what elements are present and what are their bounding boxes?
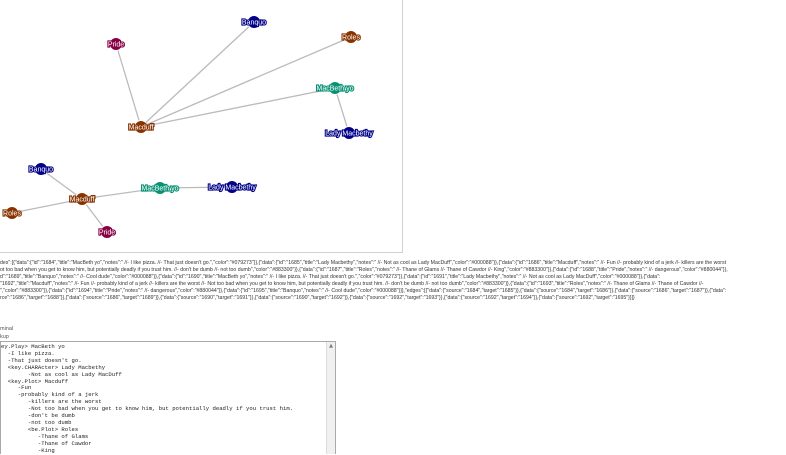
graph-node-label: MacBeth yo — [142, 185, 179, 192]
graph-svg[interactable]: Banquo Pride Roles MacBeth yo Lady Macbethy M… — [0, 0, 402, 252]
graph-node[interactable]: Macduff — [69, 192, 96, 206]
graph-node[interactable]: Banquo — [28, 162, 54, 176]
markup-label: kup — [0, 334, 9, 340]
graph-node-label: Macduff — [70, 196, 95, 203]
graph-edge — [140, 87, 336, 128]
graph-node-label: Roles — [342, 34, 360, 41]
graph-canvas[interactable]: Banquo Pride Roles MacBeth yo Lady Macbethy M… — [0, 0, 403, 253]
graph-edge — [140, 21, 255, 128]
graph-node-label: Banquo — [29, 166, 53, 173]
graph-node[interactable]: MacBeth yo — [315, 81, 355, 95]
graph-node[interactable]: Pride — [107, 37, 125, 51]
editor-scrollbar[interactable]: ▲ — [326, 342, 335, 454]
markup-text[interactable]: ey.Play> MacBeth yo -I like pizza. -That… — [1, 342, 326, 455]
json-output-line: rce":"1686","target":"1688"}},{"data":{"… — [0, 295, 635, 301]
graph-node[interactable]: Roles — [341, 30, 362, 44]
json-output-line: ot too bad when you get to know him, but… — [0, 267, 728, 273]
graph-node[interactable]: Pride — [98, 225, 116, 239]
json-output-line: des":[{"data":{"id":"1684","title":"MacB… — [0, 260, 727, 266]
graph-node-label: Pride — [108, 41, 124, 48]
graph-node-label: Lady Macbethy — [208, 184, 256, 191]
graph-node-label: Macduff — [129, 124, 154, 131]
graph-node[interactable]: Banquo — [241, 15, 267, 29]
graph-node-label: Lady Macbethy — [325, 130, 373, 137]
json-output-line: ","color":"#883300"}},{"data":{"id":"169… — [0, 288, 727, 294]
graph-node[interactable]: Lady Macbethy — [207, 180, 257, 194]
graph-node-label: MacBeth yo — [317, 85, 354, 92]
graph-node-label: Roles — [3, 210, 21, 217]
graph-nodes[interactable]: Banquo Pride Roles MacBeth yo Lady Macbethy M… — [2, 15, 374, 239]
terminal-label: minal — [0, 326, 14, 332]
graph-node[interactable]: MacBeth yo — [140, 181, 180, 195]
graph-edge — [40, 168, 83, 200]
graph-node-label: Pride — [99, 229, 115, 236]
json-output-line: d":"1689","title":"Banquo","notes":" //-… — [0, 274, 661, 280]
graph-node[interactable]: Roles — [2, 206, 23, 220]
json-output-line: "1692","title":"Macduff","notes":" //- F… — [0, 281, 704, 287]
markup-editor[interactable]: ey.Play> MacBeth yo -I like pizza. -That… — [0, 341, 336, 455]
graph-node[interactable]: Macduff — [128, 120, 155, 134]
graph-edge — [140, 36, 352, 128]
graph-node-label: Banquo — [242, 19, 266, 26]
scroll-up-arrow-icon[interactable]: ▲ — [328, 343, 334, 349]
graph-node[interactable]: Lady Macbethy — [324, 126, 374, 140]
graph-edges — [11, 21, 352, 233]
json-output: des":[{"data":{"id":"1684","title":"MacB… — [0, 260, 786, 302]
graph-edge — [115, 43, 142, 128]
graph-edge — [334, 87, 350, 134]
